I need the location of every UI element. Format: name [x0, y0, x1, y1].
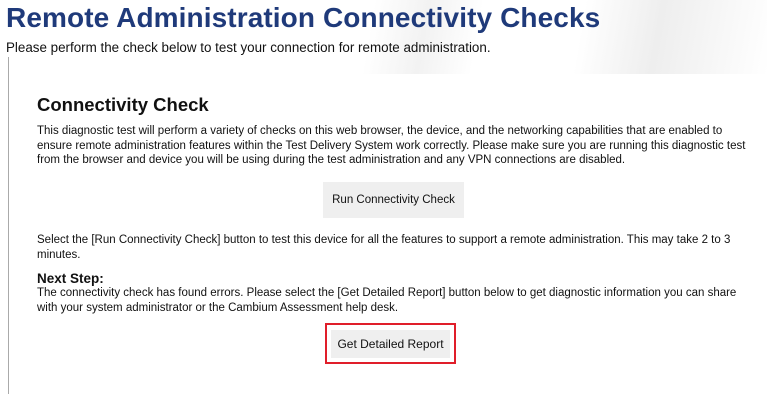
connectivity-description: This diagnostic test will perform a vari… — [37, 125, 746, 166]
page-subtitle: Please perform the check below to test y… — [6, 40, 491, 55]
next-step-text: The connectivity check has found errors.… — [37, 287, 737, 314]
run-connectivity-check-button[interactable]: Run Connectivity Check — [323, 182, 464, 218]
run-instructions: Select the [Run Connectivity Check] butt… — [37, 234, 731, 261]
page-title: Remote Administration Connectivity Check… — [6, 2, 601, 33]
get-detailed-report-button[interactable]: Get Detailed Report — [331, 330, 450, 358]
next-step-heading: Next Step: — [37, 271, 104, 286]
page: Remote Administration Connectivity Check… — [0, 0, 767, 394]
section-title: Connectivity Check — [37, 94, 209, 115]
connectivity-panel: Connectivity Check This diagnostic test … — [18, 74, 767, 394]
left-divider — [8, 57, 9, 394]
